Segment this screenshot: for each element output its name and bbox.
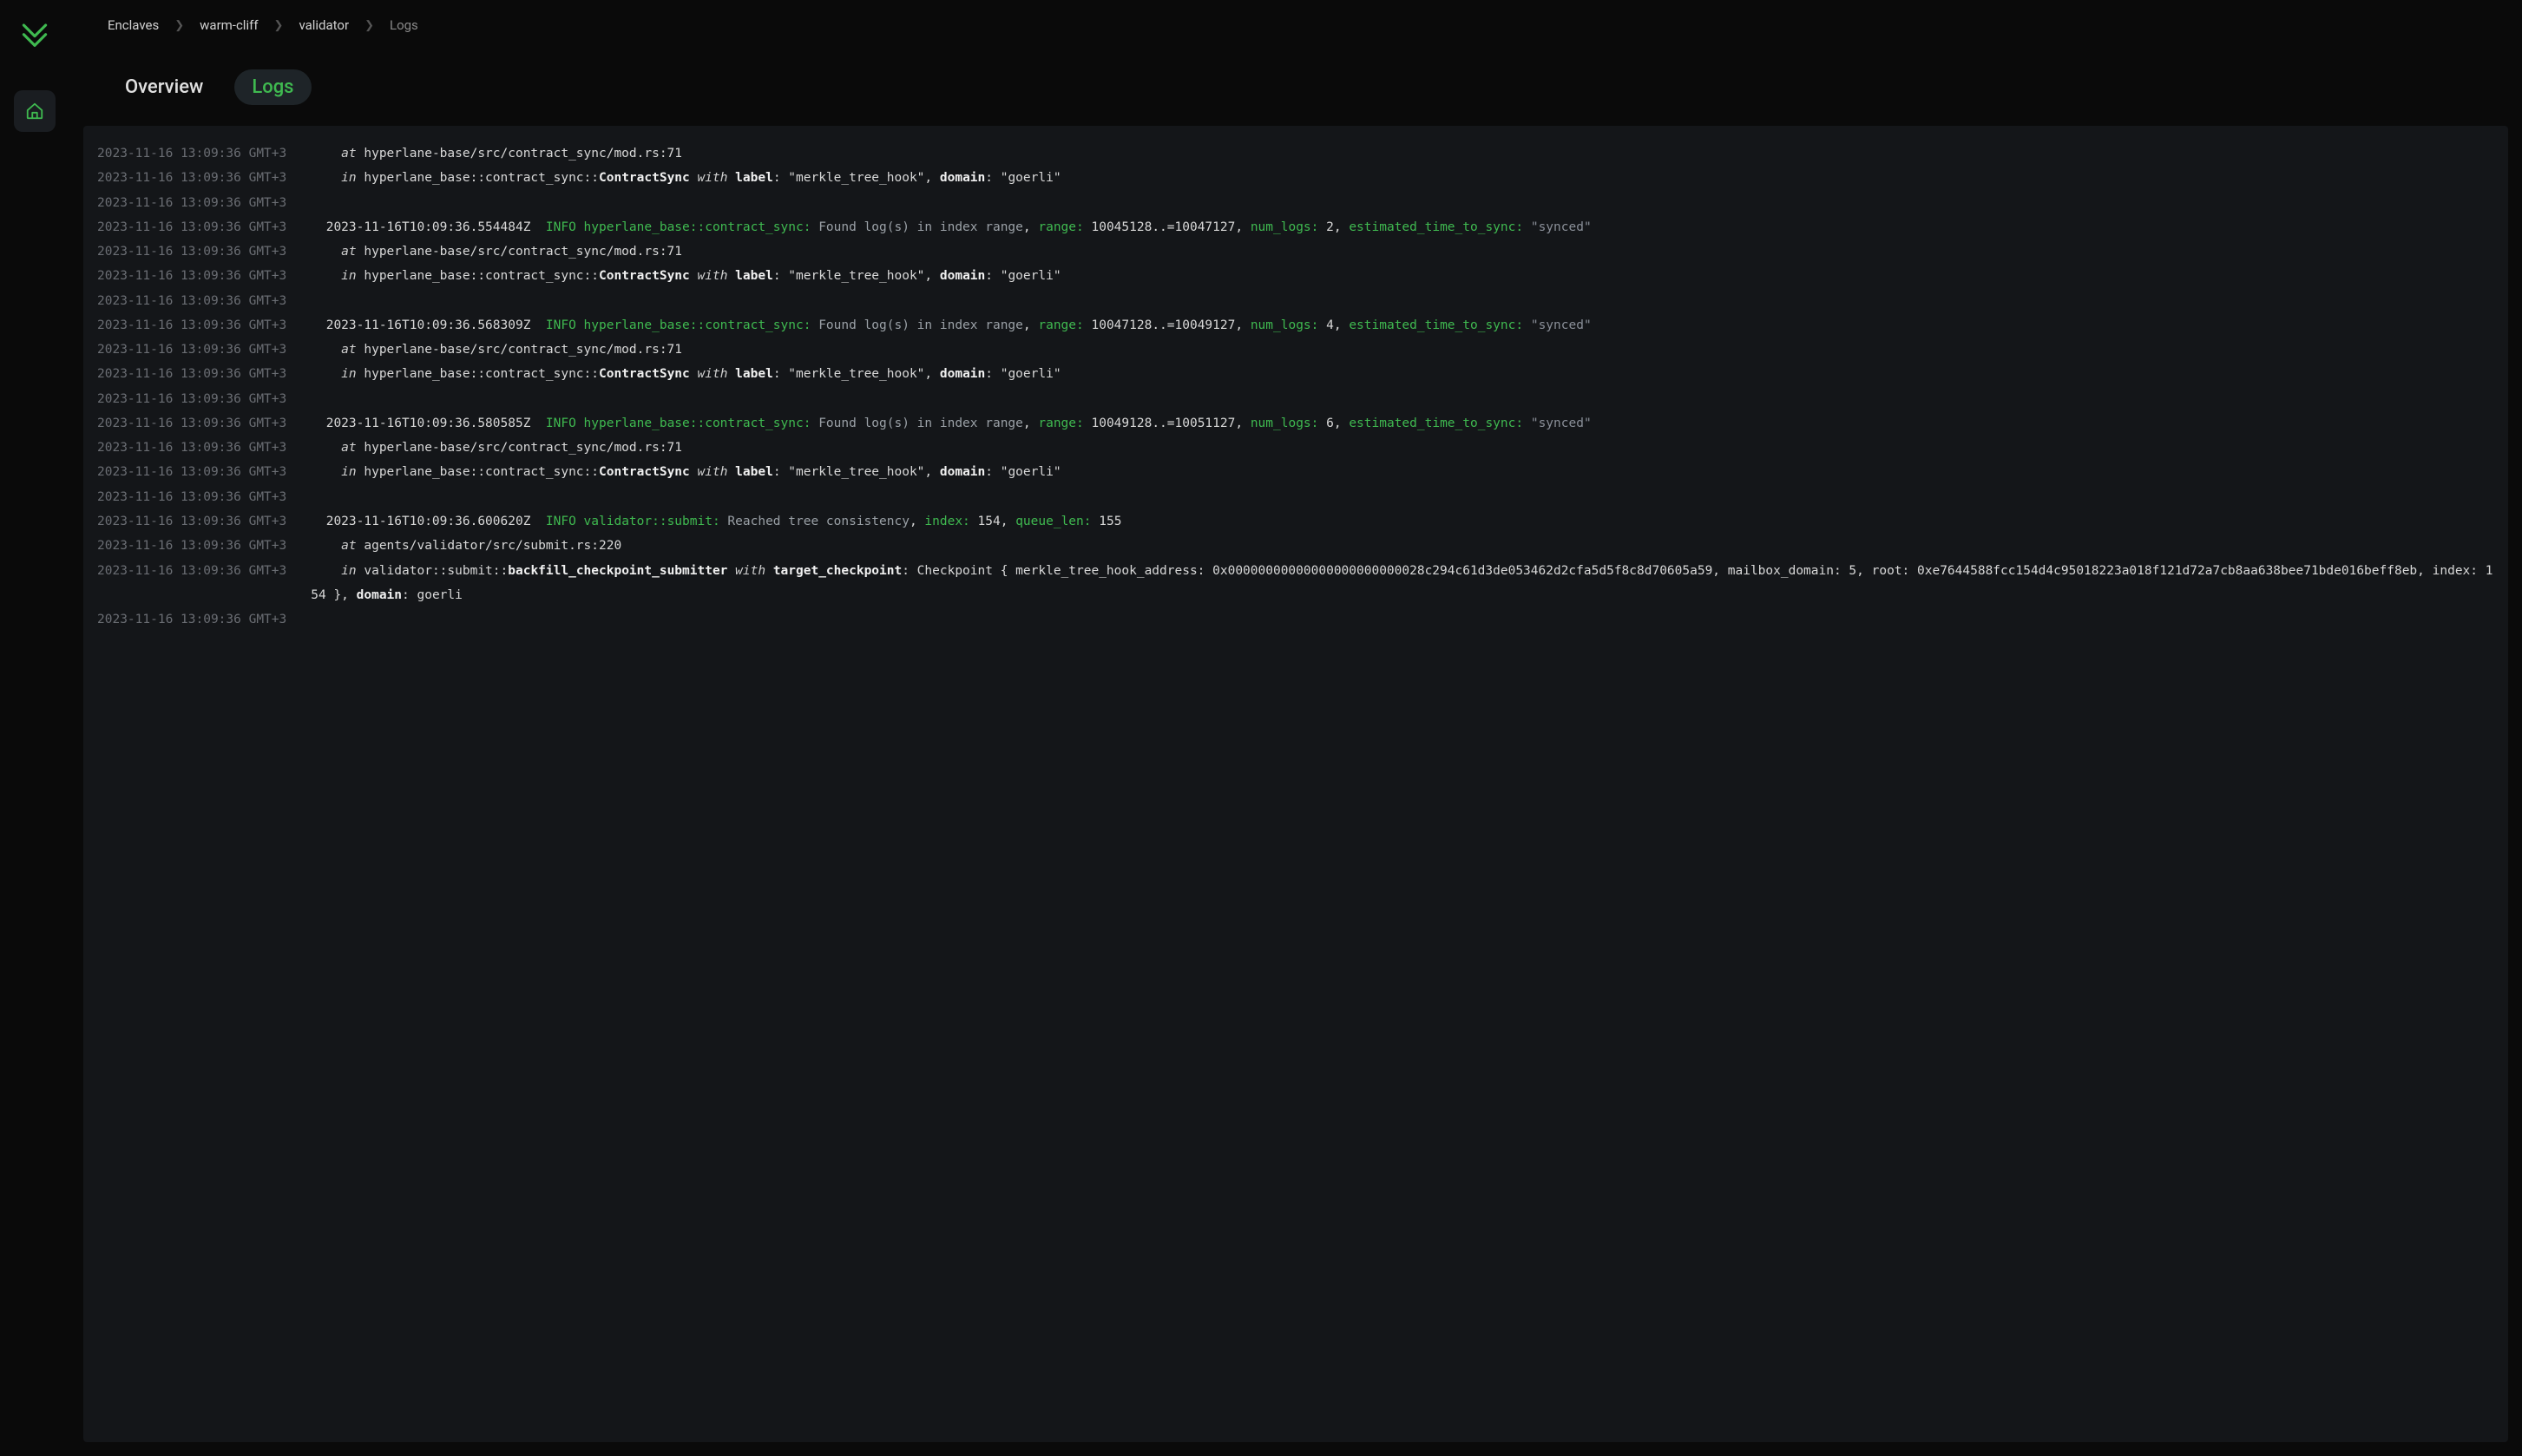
log-line: 2023-11-16 13:09:36 GMT+3 [83, 607, 2508, 632]
log-timestamp: 2023-11-16 13:09:36 GMT+3 [97, 362, 286, 386]
log-timestamp: 2023-11-16 13:09:36 GMT+3 [97, 460, 286, 484]
log-timestamp: 2023-11-16 13:09:36 GMT+3 [97, 485, 286, 509]
log-line: 2023-11-16 13:09:36 GMT+3 2023-11-16T10:… [83, 313, 2508, 338]
log-line: 2023-11-16 13:09:36 GMT+3 in hyperlane_b… [83, 460, 2508, 484]
view-tabs: Overview Logs [108, 69, 2484, 105]
log-line: 2023-11-16 13:09:36 GMT+3 2023-11-16T10:… [83, 215, 2508, 239]
log-timestamp: 2023-11-16 13:09:36 GMT+3 [97, 166, 286, 190]
log-timestamp: 2023-11-16 13:09:36 GMT+3 [97, 387, 286, 411]
log-timestamp: 2023-11-16 13:09:36 GMT+3 [97, 534, 286, 558]
log-timestamp: 2023-11-16 13:09:36 GMT+3 [97, 239, 286, 264]
log-line: 2023-11-16 13:09:36 GMT+3 [83, 485, 2508, 509]
sidebar [0, 0, 69, 1456]
log-timestamp: 2023-11-16 13:09:36 GMT+3 [97, 141, 286, 166]
breadcrumb: Enclaves ❯ warm-cliff ❯ validator ❯ Logs [108, 17, 2484, 33]
log-line: 2023-11-16 13:09:36 GMT+3 in hyperlane_b… [83, 362, 2508, 386]
log-line: 2023-11-16 13:09:36 GMT+3 2023-11-16T10:… [83, 509, 2508, 534]
log-message: at hyperlane-base/src/contract_sync/mod.… [311, 141, 2494, 166]
log-message: 2023-11-16T10:09:36.568309Z INFO hyperla… [311, 313, 2494, 338]
log-line: 2023-11-16 13:09:36 GMT+3 2023-11-16T10:… [83, 411, 2508, 436]
log-message: in hyperlane_base::contract_sync::Contra… [311, 166, 2494, 190]
log-timestamp: 2023-11-16 13:09:36 GMT+3 [97, 509, 286, 534]
log-timestamp: 2023-11-16 13:09:36 GMT+3 [97, 559, 286, 583]
log-message: at hyperlane-base/src/contract_sync/mod.… [311, 239, 2494, 264]
log-timestamp: 2023-11-16 13:09:36 GMT+3 [97, 215, 286, 239]
log-timestamp: 2023-11-16 13:09:36 GMT+3 [97, 191, 286, 215]
log-message: 2023-11-16T10:09:36.554484Z INFO hyperla… [311, 215, 2494, 239]
log-line: 2023-11-16 13:09:36 GMT+3 at hyperlane-b… [83, 436, 2508, 460]
home-nav-button[interactable] [14, 90, 56, 132]
log-line: 2023-11-16 13:09:36 GMT+3 in hyperlane_b… [83, 166, 2508, 190]
log-message: 2023-11-16T10:09:36.580585Z INFO hyperla… [311, 411, 2494, 436]
tab-overview[interactable]: Overview [108, 69, 220, 105]
log-timestamp: 2023-11-16 13:09:36 GMT+3 [97, 338, 286, 362]
tab-logs[interactable]: Logs [234, 69, 311, 105]
log-timestamp: 2023-11-16 13:09:36 GMT+3 [97, 313, 286, 338]
log-message: in hyperlane_base::contract_sync::Contra… [311, 460, 2494, 484]
log-line: 2023-11-16 13:09:36 GMT+3 at hyperlane-b… [83, 338, 2508, 362]
breadcrumb-enclaves[interactable]: Enclaves [108, 17, 159, 33]
log-line: 2023-11-16 13:09:36 GMT+3 in validator::… [83, 559, 2508, 608]
log-message: in hyperlane_base::contract_sync::Contra… [311, 264, 2494, 288]
log-line: 2023-11-16 13:09:36 GMT+3 [83, 387, 2508, 411]
log-timestamp: 2023-11-16 13:09:36 GMT+3 [97, 289, 286, 313]
log-timestamp: 2023-11-16 13:09:36 GMT+3 [97, 264, 286, 288]
log-output-panel[interactable]: 2023-11-16 13:09:36 GMT+3 at hyperlane-b… [83, 126, 2508, 1442]
log-timestamp: 2023-11-16 13:09:36 GMT+3 [97, 436, 286, 460]
log-line: 2023-11-16 13:09:36 GMT+3 [83, 289, 2508, 313]
log-line: 2023-11-16 13:09:36 GMT+3 at hyperlane-b… [83, 239, 2508, 264]
log-timestamp: 2023-11-16 13:09:36 GMT+3 [97, 607, 286, 632]
log-message: at hyperlane-base/src/contract_sync/mod.… [311, 338, 2494, 362]
app-logo [19, 17, 50, 49]
breadcrumb-current: Logs [390, 17, 418, 33]
breadcrumb-enclave-name[interactable]: warm-cliff [200, 17, 258, 33]
log-message: in hyperlane_base::contract_sync::Contra… [311, 362, 2494, 386]
log-line: 2023-11-16 13:09:36 GMT+3 at hyperlane-b… [83, 141, 2508, 166]
breadcrumb-service-name[interactable]: validator [299, 17, 349, 33]
chevron-right-icon: ❯ [174, 19, 184, 32]
log-message: 2023-11-16T10:09:36.600620Z INFO validat… [311, 509, 2494, 534]
log-message: at hyperlane-base/src/contract_sync/mod.… [311, 436, 2494, 460]
chevron-right-icon: ❯ [274, 19, 284, 32]
chevron-right-icon: ❯ [365, 19, 374, 32]
log-line: 2023-11-16 13:09:36 GMT+3 in hyperlane_b… [83, 264, 2508, 288]
log-message: at agents/validator/src/submit.rs:220 [311, 534, 2494, 558]
log-line: 2023-11-16 13:09:36 GMT+3 at agents/vali… [83, 534, 2508, 558]
log-message: in validator::submit::backfill_checkpoin… [311, 559, 2494, 608]
log-timestamp: 2023-11-16 13:09:36 GMT+3 [97, 411, 286, 436]
log-line: 2023-11-16 13:09:36 GMT+3 [83, 191, 2508, 215]
